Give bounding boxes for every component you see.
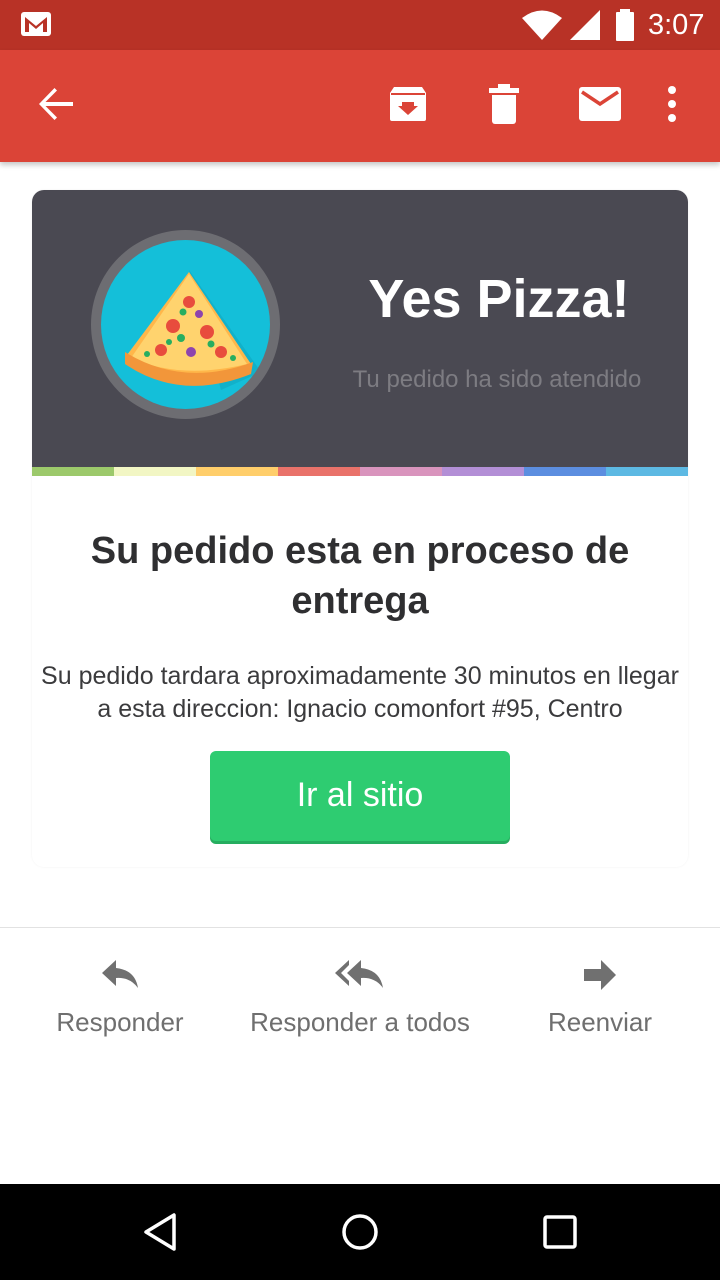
brand-name: Yes Pizza! [368,269,630,329]
signal-icon [570,9,602,46]
nav-home-button[interactable] [330,1204,390,1260]
mark-unread-button[interactable] [568,72,632,136]
pizza-slice-icon [125,270,261,390]
nav-recents-button[interactable] [530,1204,590,1260]
stripe-segment [278,467,360,476]
email-banner: Yes Pizza! Tu pedido ha sido atendido [32,190,688,467]
delete-icon [489,84,519,124]
nav-recents-icon [543,1215,577,1249]
wifi-icon [522,9,562,46]
email-headline: Su pedido esta en proceso de entrega [90,530,630,622]
email-card: Yes Pizza! Tu pedido ha sido atendido Su… [32,190,688,867]
mark-unread-icon [579,87,621,121]
reply-icon [102,960,138,988]
arrow-back-icon [39,88,73,120]
stripe-segment [360,467,442,476]
stripe-segment [114,467,196,476]
status-bar: 3:07 [0,0,720,50]
stripe-segment [606,467,688,476]
brand-logo [91,230,280,419]
reply-all-button[interactable]: Responder a todos [230,955,490,1039]
back-button[interactable] [24,72,88,136]
forward-label: Reenviar [547,1007,653,1037]
divider [0,927,720,928]
delete-button[interactable] [472,72,536,136]
reply-label: Responder [56,1007,184,1037]
reply-button[interactable]: Responder [40,955,200,1039]
reply-all-icon [335,960,383,988]
gmail-icon [20,11,52,42]
stripe-segment [32,467,114,476]
email-body: Su pedido tardara aproximadamente 30 min… [41,662,679,723]
stripe-segment [196,467,278,476]
stripe-segment [524,467,606,476]
logo-disc [101,240,270,409]
system-nav-bar [0,1184,720,1280]
status-time: 3:07 [648,9,705,41]
battery-icon [614,9,636,46]
nav-back-icon [144,1213,176,1251]
app-toolbar [0,50,720,162]
stripe-segment [442,467,524,476]
forward-icon [584,960,616,990]
more-options-button[interactable] [648,72,696,136]
brand-tagline: Tu pedido ha sido atendido [352,366,642,393]
reply-all-label: Responder a todos [250,1007,470,1037]
visit-site-button[interactable]: Ir al sitio [210,751,510,841]
color-stripe [32,467,688,476]
archive-icon [390,87,426,121]
nav-back-button[interactable] [130,1204,190,1260]
more-vert-icon [668,86,676,122]
nav-home-icon [342,1214,378,1250]
forward-button[interactable]: Reenviar [520,955,680,1039]
archive-button[interactable] [376,72,440,136]
